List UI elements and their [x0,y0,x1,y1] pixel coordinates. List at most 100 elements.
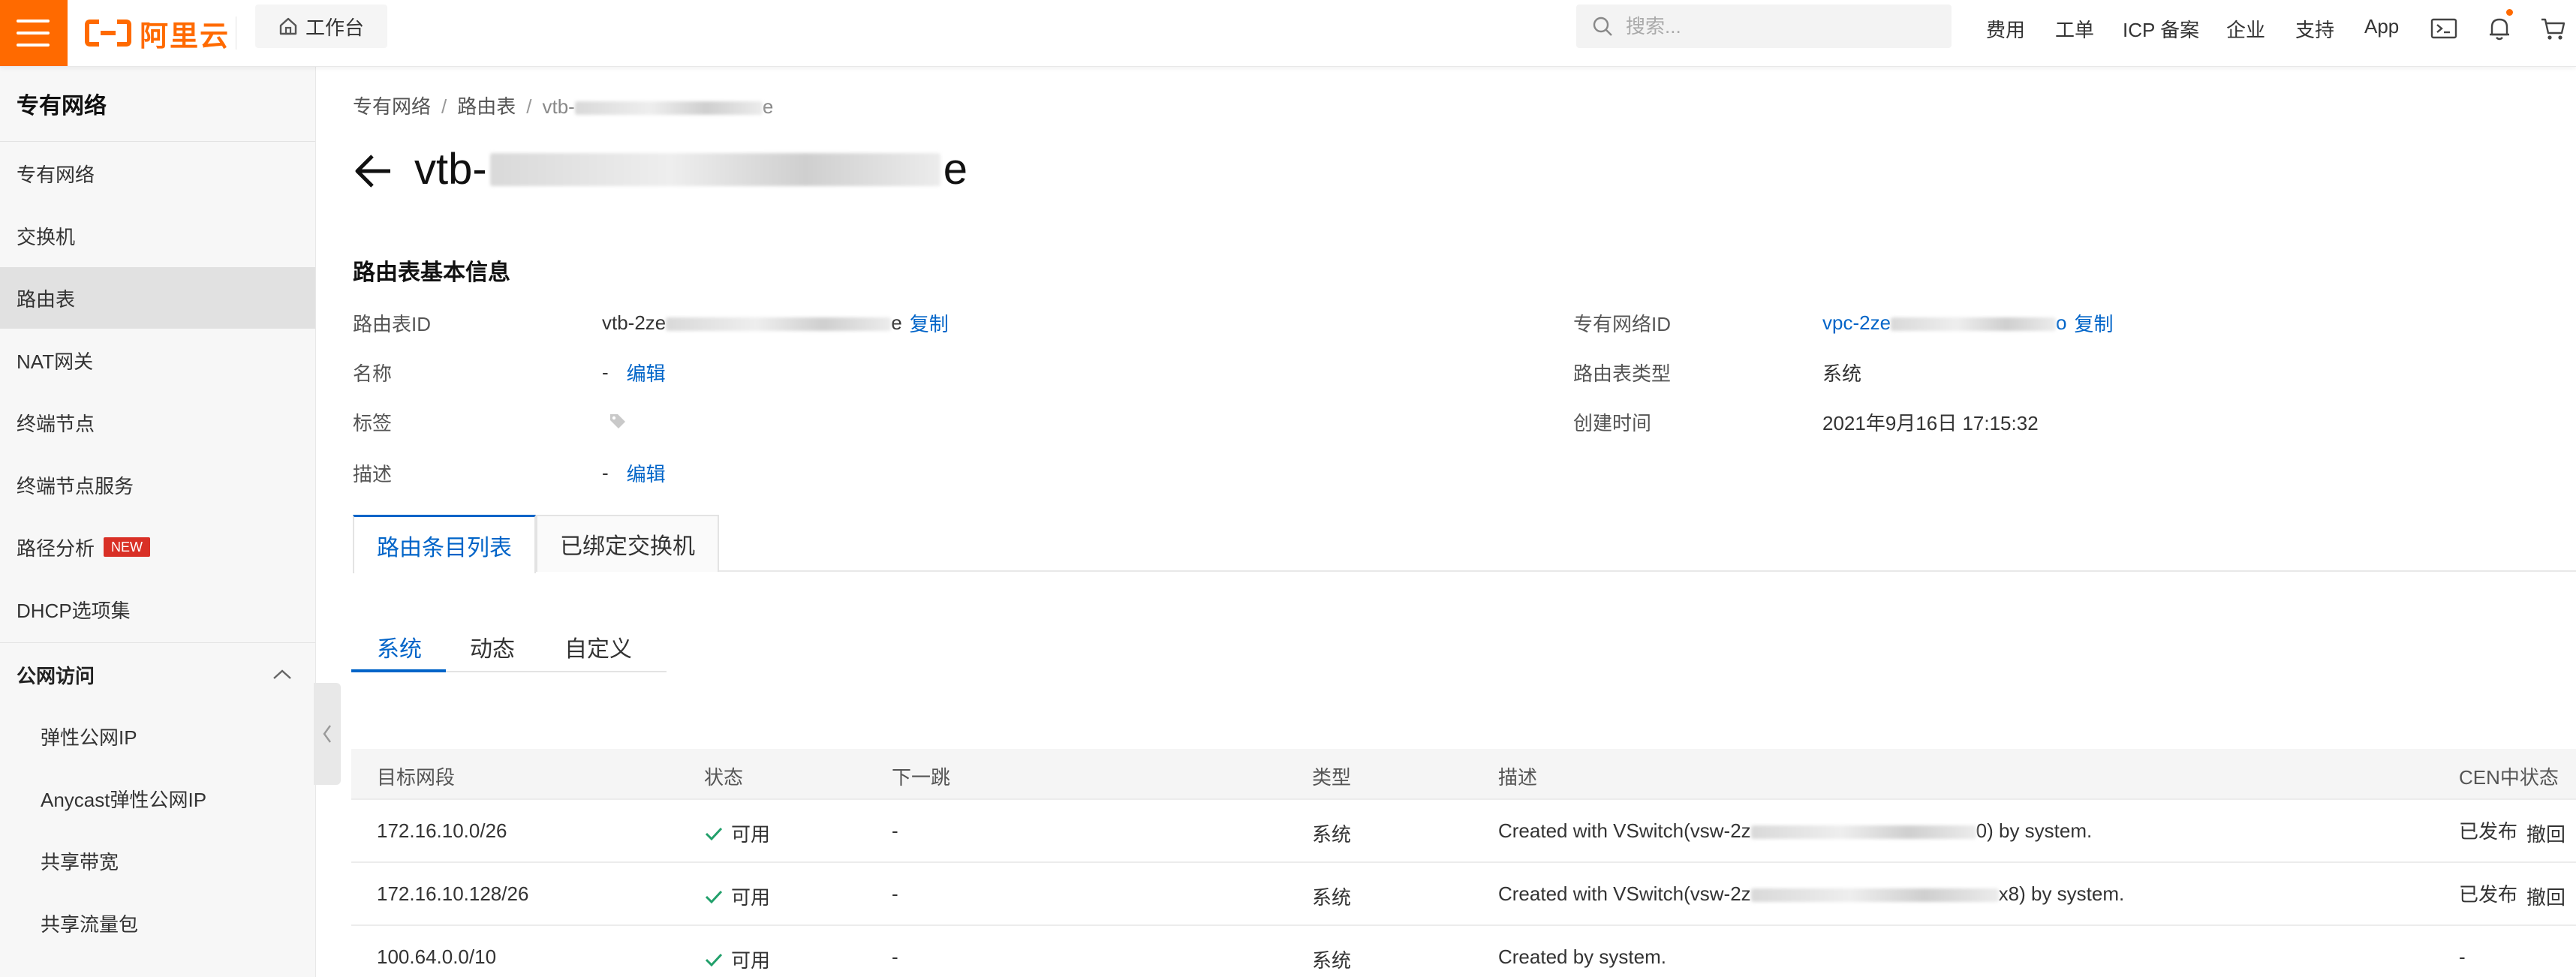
copy-vpc-id-link[interactable]: 复制 [2075,309,2114,337]
check-icon [705,890,723,903]
copy-route-table-id-link[interactable]: 复制 [910,309,949,337]
breadcrumb-route-table[interactable]: 路由表 [457,95,516,118]
cell-cen-status: - [2459,945,2466,968]
page-title: vtb-e [414,145,968,194]
notification-dot [2506,9,2513,16]
name-value: - 编辑 [602,359,666,386]
route-table-id-label: 路由表ID [353,313,432,335]
sidebar-item-endpoint[interactable]: 终端节点 [0,392,315,453]
description-label: 描述 [353,463,393,485]
breadcrumb-vpc[interactable]: 专有网络 [353,95,431,118]
sidebar-item-dhcp[interactable]: DHCP选项集 [0,579,315,640]
subtab-custom[interactable]: 自定义 [564,630,632,663]
route-table-id-value: vtb-2ze e 复制 [602,309,949,337]
row-divider [351,924,2576,926]
subtab-active-indicator [351,669,446,672]
sidebar-item-label: DHCP选项集 [17,599,131,622]
search-box[interactable] [1576,5,1952,48]
tab-bound-vswitches[interactable]: 已绑定交换机 [536,515,719,572]
sidebar-group-public-access[interactable]: 公网访问 [0,644,315,705]
sidebar-item-vpc[interactable]: 专有网络 [0,143,315,204]
search-input[interactable] [1624,14,1927,39]
cell-type: 系统 [1312,823,1352,846]
workbench-label: 工作台 [305,16,364,39]
new-badge: NEW [104,537,151,557]
vpc-id-value: vpc-2ze o 复制 [1822,309,2114,337]
chevron-left-icon [323,725,331,743]
sidebar-item-label: 共享带宽 [41,850,119,873]
cell-description: Created with VSwitch(vsw-2z 0) by system. [1498,819,2093,842]
sidebar-group-label: 公网访问 [17,664,95,687]
column-header-description: 描述 [1498,766,1538,789]
sidebar-item-label: 路径分析 [17,537,95,560]
sidebar-item-route-table[interactable]: 路由表 [0,267,315,329]
cart-icon[interactable] [2538,14,2568,44]
tag-icon[interactable] [608,411,627,431]
sidebar-divider [0,642,315,643]
sidebar-item-endpoint-service[interactable]: 终端节点服务 [0,454,315,516]
check-icon [705,827,723,840]
sidebar-item-eip[interactable]: 弹性公网IP [0,705,315,767]
bell-icon [2490,18,2509,41]
nav-icp[interactable]: ICP 备案 [2123,15,2199,43]
sidebar-item-label: Anycast弹性公网IP [41,788,207,811]
workbench-button[interactable]: 工作台 [255,5,387,48]
created-time-value: 2021年9月16日 17:15:32 [1822,412,2039,434]
home-icon [279,17,297,35]
sidebar-item-label: 专有网络 [17,163,95,186]
created-time-label: 创建时间 [1573,412,1652,434]
sidebar-item-vswitch[interactable]: 交换机 [0,205,315,266]
nav-enterprise[interactable]: 企业 [2226,15,2265,43]
nav-support[interactable]: 支持 [2295,15,2334,43]
menu-icon[interactable] [0,0,68,66]
sidebar-divider [0,141,315,142]
cell-status: 可用 [704,945,770,973]
sidebar-item-shared-traffic[interactable]: 共享流量包 [0,892,315,954]
sidebar-item-label: 终端节点服务 [17,474,134,498]
section-title-basic-info: 路由表基本信息 [353,260,510,285]
terminal-icon[interactable] [2429,14,2459,44]
sidebar-collapse-handle[interactable] [314,683,341,785]
cell-destination: 172.16.10.0/26 [377,819,507,842]
row-divider [351,798,2576,800]
cell-type: 系统 [1312,886,1352,909]
sidebar-item-anycast-eip[interactable]: Anycast弹性公网IP [0,768,315,829]
sidebar-item-path-analysis[interactable]: 路径分析 NEW [0,516,315,578]
subtab-dynamic[interactable]: 动态 [470,630,515,663]
route-table-type-label: 路由表类型 [1573,362,1672,385]
cell-type: 系统 [1312,949,1352,972]
cell-description: Created with VSwitch(vsw-2z x8) by system… [1498,882,2125,905]
notification-bell[interactable] [2484,9,2514,44]
sidebar-item-shared-bandwidth[interactable]: 共享带宽 [0,830,315,891]
cell-description: Created by system. [1498,945,1666,968]
nav-billing[interactable]: 费用 [1986,15,2025,43]
edit-name-link[interactable]: 编辑 [627,359,666,386]
subtab-system[interactable]: 系统 [377,630,422,663]
table-header [351,749,2576,798]
cell-next-hop: - [892,882,898,905]
cell-next-hop: - [892,945,898,968]
sidebar-item-label: 终端节点 [17,412,95,435]
tag-label: 标签 [353,412,393,434]
aliyun-logo[interactable]: 阿里云 [84,11,230,56]
sidebar-item-label: 交换机 [17,225,76,248]
edit-description-link[interactable]: 编辑 [627,459,666,487]
breadcrumb: 专有网络 / 路由表 / vtb-e [353,95,774,118]
row-divider [351,861,2576,863]
nav-app[interactable]: App [2364,15,2399,38]
withdraw-link[interactable]: 撤回 [2526,819,2565,847]
aliyun-logo-mark [85,20,131,47]
column-header-status: 状态 [704,766,744,789]
logo-text: 阿里云 [140,20,230,53]
vpc-id-label: 专有网络ID [1573,313,1672,335]
back-arrow-icon[interactable] [351,150,393,192]
nav-tickets[interactable]: 工单 [2055,15,2094,43]
cell-cen-status: 已发布 [2459,883,2518,906]
column-header-destination: 目标网段 [377,766,456,789]
vpc-id-link[interactable]: vpc-2ze o [1822,311,2067,335]
withdraw-link[interactable]: 撤回 [2526,882,2565,910]
tab-route-entries[interactable]: 路由条目列表 [353,515,536,573]
sidebar-item-nat-gateway[interactable]: NAT网关 [0,329,315,391]
sidebar-item-label: 共享流量包 [41,912,139,936]
column-header-type: 类型 [1312,766,1352,789]
